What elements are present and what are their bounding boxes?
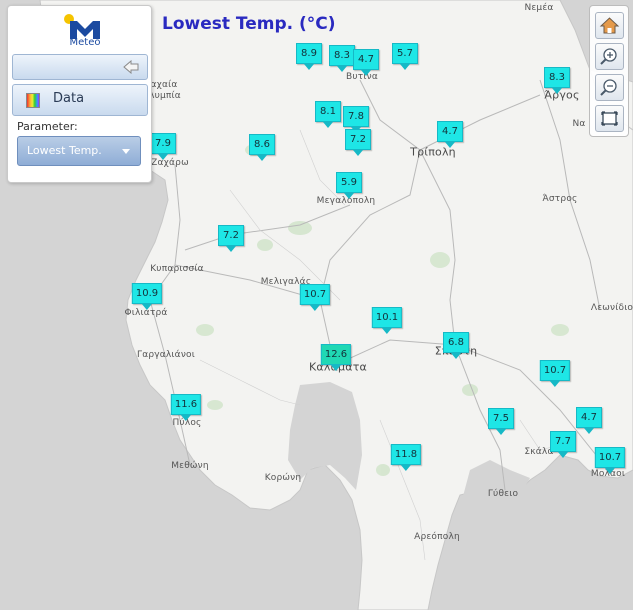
data-button[interactable]: Data (12, 84, 148, 116)
station-marker[interactable]: 12.6 (320, 344, 352, 371)
station-marker[interactable]: 4.7 (576, 407, 602, 434)
town-label: Λεωνίδιο (590, 303, 633, 313)
station-marker[interactable]: 8.9 (296, 43, 322, 70)
town-label: λυμπία (149, 91, 181, 101)
full-extent-icon (601, 111, 618, 126)
station-marker[interactable]: 10.9 (131, 283, 163, 310)
station-value: 7.5 (488, 408, 514, 429)
parameter-select[interactable]: Lowest Temp. (17, 136, 141, 166)
data-button-label: Data (53, 91, 85, 106)
station-value: 8.9 (296, 43, 322, 64)
station-marker[interactable]: 10.7 (299, 284, 331, 311)
station-value: 7.2 (218, 225, 244, 246)
station-value: 7.7 (550, 431, 576, 452)
map-title: Lowest Temp. (°C) (162, 14, 336, 34)
station-value: 8.3 (329, 45, 355, 66)
station-marker[interactable]: 4.7 (353, 49, 379, 76)
town-label: Νεμέα (524, 3, 554, 13)
station-value: 5.9 (336, 172, 362, 193)
zoom-toolbar (589, 5, 629, 137)
station-marker[interactable]: 5.7 (392, 43, 418, 70)
town-label: Γαργαλιάνοι (136, 350, 196, 360)
station-marker[interactable]: 4.7 (437, 121, 463, 148)
zoom-out-button[interactable] (595, 74, 624, 101)
station-marker[interactable]: 11.6 (170, 394, 202, 421)
station-marker[interactable]: 8.3 (329, 45, 355, 72)
station-value: 10.7 (299, 284, 331, 305)
control-panel: Meteo Data Parameter: Lowest Temp. (7, 5, 152, 183)
station-value: 8.6 (249, 134, 275, 155)
station-marker[interactable]: 8.3 (544, 67, 570, 94)
chevron-down-icon (122, 149, 130, 154)
station-value: 8.1 (315, 101, 341, 122)
parameter-select-value: Lowest Temp. (27, 144, 102, 157)
town-label: Άστρος (542, 194, 578, 204)
zoom-in-icon (600, 48, 617, 65)
station-value: 10.7 (594, 447, 626, 468)
logo-text: Meteo (69, 37, 101, 48)
parameter-label: Parameter: (17, 120, 78, 133)
station-value: 6.8 (443, 332, 469, 353)
town-label: Κορώνη (264, 473, 302, 483)
station-value: 10.1 (371, 307, 403, 328)
station-value: 11.6 (170, 394, 202, 415)
station-value: 11.8 (390, 444, 422, 465)
station-marker[interactable]: 7.9 (150, 133, 176, 160)
town-label: Ζαχάρω (151, 158, 189, 168)
town-label: αχαία (150, 80, 178, 90)
station-marker[interactable]: 10.7 (539, 360, 571, 387)
station-value: 10.7 (539, 360, 571, 381)
back-button[interactable] (12, 54, 148, 80)
station-value: 10.9 (131, 283, 163, 304)
station-value: 4.7 (437, 121, 463, 142)
station-value: 7.8 (343, 106, 369, 127)
town-label: Άργος (544, 88, 580, 102)
station-marker[interactable]: 6.8 (443, 332, 469, 359)
color-palette-icon (26, 93, 40, 108)
station-value: 5.7 (392, 43, 418, 64)
town-label: Γύθειο (487, 489, 519, 499)
station-value: 7.2 (345, 129, 371, 150)
station-marker[interactable]: 11.8 (390, 444, 422, 471)
station-value: 7.9 (150, 133, 176, 154)
station-marker[interactable]: 7.2 (218, 225, 244, 252)
zoom-out-icon (600, 79, 617, 96)
station-marker[interactable]: 10.7 (594, 447, 626, 474)
station-value: 12.6 (320, 344, 352, 365)
full-extent-button[interactable] (595, 105, 624, 132)
town-label: Αρεόπολη (414, 532, 460, 542)
station-marker[interactable]: 8.1 (315, 101, 341, 128)
town-label: Να (572, 119, 586, 129)
town-label: Κυπαρισσία (150, 264, 204, 274)
station-value: 8.3 (544, 67, 570, 88)
arrow-left-icon (123, 59, 139, 78)
station-marker[interactable]: 7.7 (550, 431, 576, 458)
station-marker[interactable]: 5.9 (336, 172, 362, 199)
station-marker[interactable]: 7.8 (343, 106, 369, 133)
station-marker[interactable]: 7.5 (488, 408, 514, 435)
town-label: Μεθώνη (171, 461, 209, 471)
station-value: 4.7 (353, 49, 379, 70)
station-marker[interactable]: 8.6 (249, 134, 275, 161)
station-marker[interactable]: 7.2 (345, 129, 371, 156)
zoom-in-button[interactable] (595, 43, 624, 70)
home-button[interactable] (595, 12, 624, 39)
station-marker[interactable]: 10.1 (371, 307, 403, 334)
station-value: 4.7 (576, 407, 602, 428)
home-icon (599, 17, 620, 34)
